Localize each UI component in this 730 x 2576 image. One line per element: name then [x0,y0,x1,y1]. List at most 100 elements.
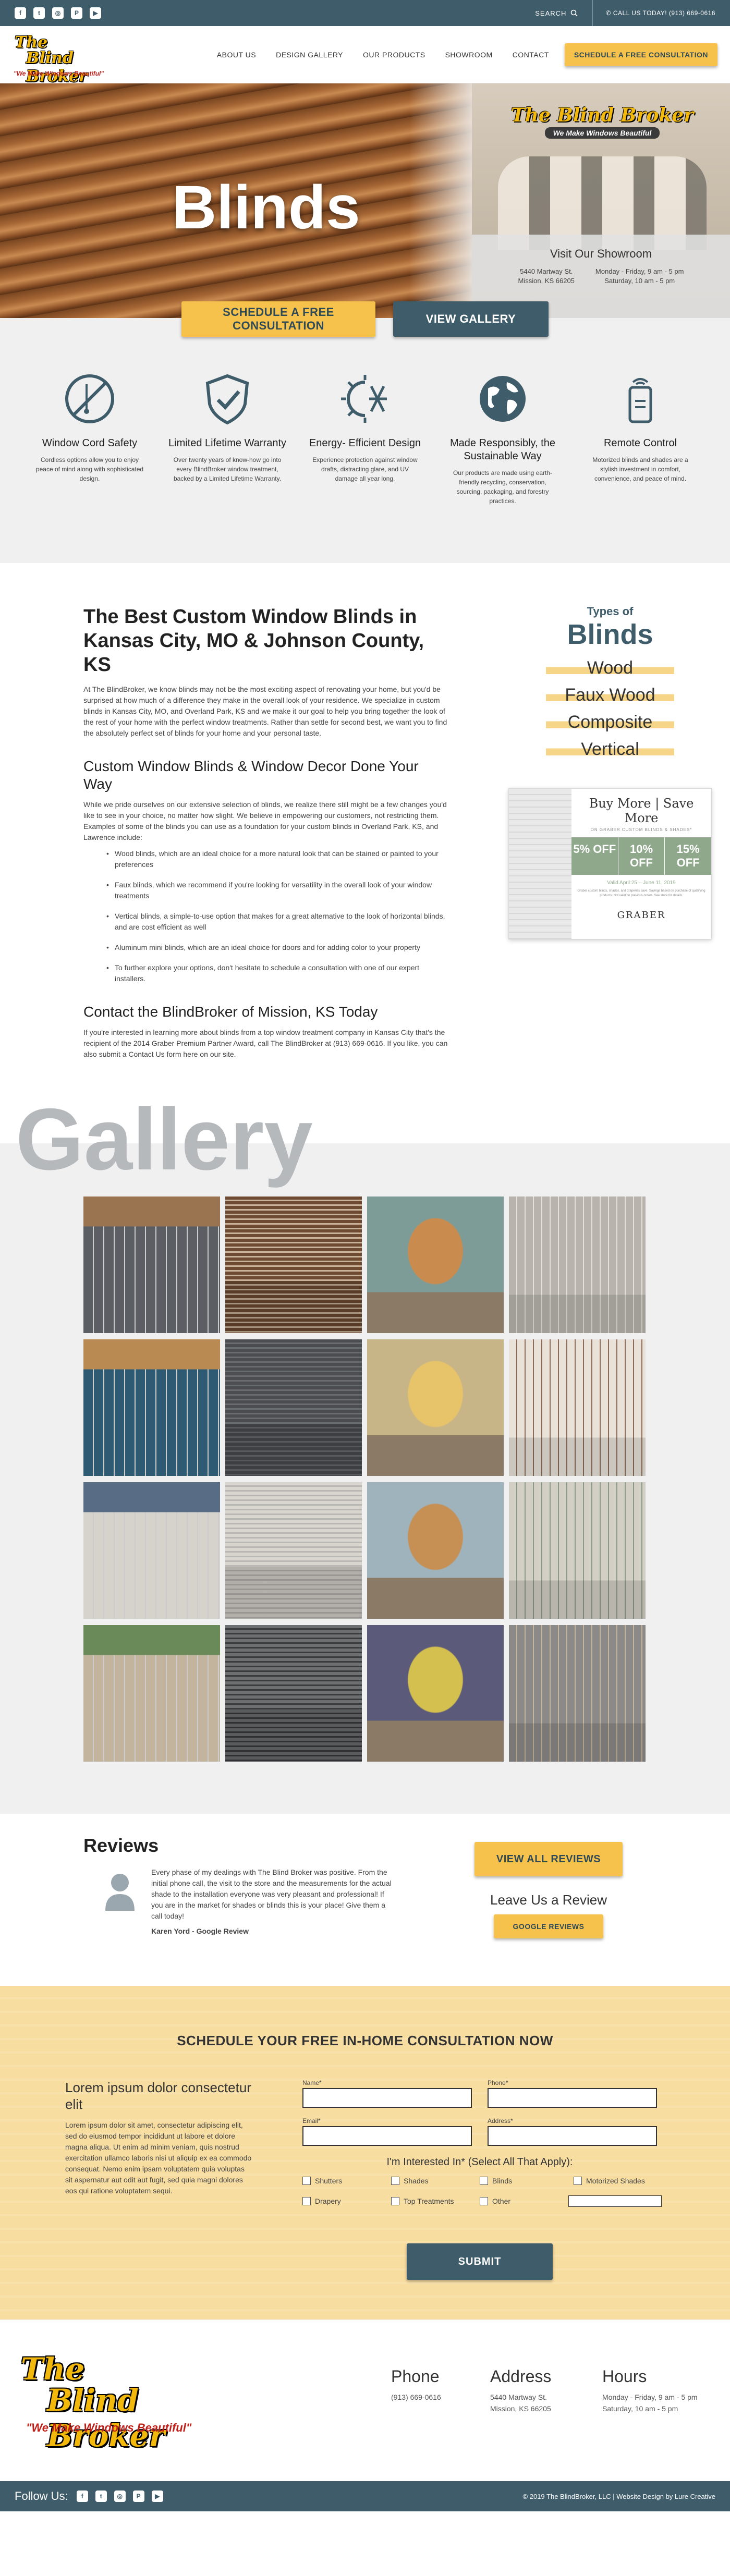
graber-promo-ad[interactable]: Buy More | Save More ON GRABER CUSTOM BL… [508,788,712,939]
feature-title: Remote Control [603,437,677,449]
gallery-image-neutral-bedroom[interactable] [509,1625,646,1762]
type-link-vertical[interactable]: Vertical [546,740,674,758]
checkbox-box[interactable] [302,2177,311,2185]
instagram-icon[interactable]: ◎ [114,2490,126,2502]
view-all-reviews-button[interactable]: VIEW ALL REVIEWS [475,1842,623,1876]
twitter-icon[interactable]: t [33,7,45,19]
checkbox-label: Shades [404,2177,429,2185]
search-label: SEARCH [535,9,567,17]
submit-button[interactable]: SUBMIT [407,2243,553,2280]
site-logo[interactable]: The Blind Broker "We Make Windows Beauti… [13,31,112,86]
features-section: Window Cord Safety Cordless options allow… [0,318,730,563]
review-author: Karen Yord - Google Review [151,1927,249,1935]
hero: Blinds The Blind Broker We Make Windows … [0,83,730,318]
name-label: Name* [302,2079,322,2086]
gallery-image-arched-window-bedroom[interactable] [367,1197,504,1333]
phone-field[interactable] [488,2088,657,2108]
gallery-title: Gallery [0,1095,730,1197]
gallery-image-wood-blinds-blue-wall[interactable] [83,1339,220,1476]
other-field[interactable] [568,2195,662,2207]
email-field[interactable] [302,2126,472,2146]
logo-tagline: "We Make Windows Beautiful" [14,69,104,77]
footer-phone-number[interactable]: (913) 669-0616 [391,2391,490,2403]
address-line: Mission, KS 66205 [518,277,575,285]
checkbox-box[interactable] [574,2177,582,2185]
interest-checkboxes: Shutters Shades Blinds Motorized Shades … [302,2177,662,2207]
nav-our-products[interactable]: OUR PRODUCTS [363,51,425,59]
gallery-image-sheer-shades-white-room[interactable] [509,1197,646,1333]
feature-card: Made Responsibly, the Sustainable Way Our… [440,370,565,563]
feature-text: Experience protection against window dra… [312,456,418,482]
footer-social-links: f t ◎ P ▶ [76,2490,163,2502]
contact-paragraph: If you're interested in learning more ab… [83,1028,448,1058]
checkbox-box[interactable] [302,2197,311,2205]
gallery-image-purple-accent-room[interactable] [367,1625,504,1762]
gallery-image-white-vertical-dining[interactable] [83,1482,220,1619]
call-link[interactable]: ✆ CALL US TODAY! (913) 669-0616 [593,9,715,17]
social-links: f t ◎ P ▶ [15,7,101,19]
view-gallery-button[interactable]: VIEW GALLERY [393,301,549,337]
pinterest-icon[interactable]: P [132,2490,144,2502]
gallery-image-black-vertical-blinds[interactable] [225,1625,362,1762]
gallery-image-gray-vertical-blinds[interactable] [225,1339,362,1476]
checkbox-drapery[interactable]: Drapery [302,2195,391,2207]
footer-logo[interactable]: The Blind Broker "We Make Windows Beauti… [16,2346,193,2453]
checkbox-other[interactable]: Other [480,2195,574,2207]
site-footer: The Blind Broker "We Make Windows Beauti… [0,2319,730,2481]
types-label: Types of [587,605,634,618]
nav-design-gallery[interactable]: DESIGN GALLERY [276,51,343,59]
store-sign-tagline: We Make Windows Beautiful [544,127,660,139]
instagram-icon[interactable]: ◎ [52,7,64,19]
checkbox-shutters[interactable]: Shutters [302,2177,391,2185]
google-reviews-button[interactable]: GOOGLE REVIEWS [494,1914,603,1938]
showroom-title: Visit Our Showroom [550,247,652,260]
showroom-hours: Monday - Friday, 9 am - 5 pm Saturday, 1… [595,267,684,286]
name-field[interactable] [302,2088,472,2108]
search-icon [571,9,578,17]
youtube-icon[interactable]: ▶ [151,2490,163,2502]
main-content: The Best Custom Window Blinds in Kansas … [0,563,730,1100]
gallery-image-sliding-door-vertical[interactable] [367,1482,504,1619]
nav-contact[interactable]: CONTACT [513,51,549,59]
hero-consultation-button[interactable]: SCHEDULE A FREE CONSULTATION [181,301,375,337]
type-link-composite[interactable]: Composite [546,713,674,731]
gallery-grid [0,1197,730,1762]
checkbox-motorized-shades[interactable]: Motorized Shades [574,2177,657,2185]
checkbox-top-treatments[interactable]: Top Treatments [391,2195,480,2207]
promo-fine-print: Graber custom blinds, shades, and draper… [577,889,705,897]
blind-types-list: Wood blinds, which are an ideal choice f… [106,848,448,984]
twitter-icon[interactable]: t [95,2490,107,2502]
facebook-icon[interactable]: f [76,2490,88,2502]
list-item: To further explore your options, don't h… [106,962,448,984]
checkbox-blinds[interactable]: Blinds [480,2177,574,2185]
youtube-icon[interactable]: ▶ [90,7,101,19]
checkbox-box[interactable] [391,2177,399,2185]
gallery-image-dining-room-shutters[interactable] [509,1339,646,1476]
type-link-wood[interactable]: Wood [546,659,674,677]
promo-image [509,789,571,939]
checkbox-label: Drapery [315,2197,341,2205]
nav-showroom[interactable]: SHOWROOM [445,51,493,59]
checkbox-box[interactable] [480,2197,488,2205]
reviews-section: Reviews Every phase of my dealings with … [0,1814,730,1986]
footer-phone: Phone (913) 669-0616 [391,2367,490,2403]
address-field[interactable] [488,2126,657,2146]
header-consultation-button[interactable]: SCHEDULE A FREE CONSULTATION [564,43,717,66]
gallery-image-wood-blinds-sitting-room[interactable] [225,1197,362,1333]
pinterest-icon[interactable]: P [71,7,82,19]
gallery-image-sage-living-room[interactable] [509,1482,646,1619]
gallery-image-tall-sheer-vertical[interactable] [83,1625,220,1762]
list-item: Faux blinds, which we recommend if you'r… [106,880,448,901]
footer-address-line: 5440 Martway St. [490,2393,547,2401]
nav-about-us[interactable]: ABOUT US [217,51,256,59]
type-link-faux-wood[interactable]: Faux Wood [546,686,674,704]
gallery-image-dark-shades-living-room[interactable] [83,1197,220,1333]
checkbox-shades[interactable]: Shades [391,2177,480,2185]
gallery-image-vertical-blinds-bedroom[interactable] [225,1482,362,1619]
footer-hours-line: Saturday, 10 am - 5 pm [602,2404,678,2413]
facebook-icon[interactable]: f [15,7,26,19]
search-toggle[interactable]: SEARCH [535,0,593,26]
checkbox-box[interactable] [480,2177,488,2185]
gallery-image-yellow-panel-track[interactable] [367,1339,504,1476]
checkbox-box[interactable] [391,2197,399,2205]
